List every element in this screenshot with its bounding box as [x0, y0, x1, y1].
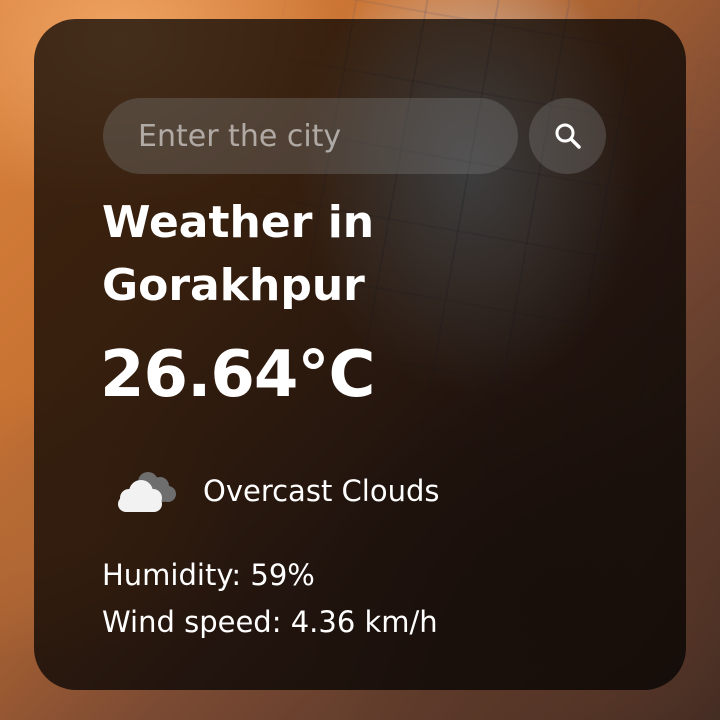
search-bar — [103, 98, 606, 174]
humidity-readout: Humidity: 59% — [102, 558, 315, 592]
search-button[interactable] — [529, 98, 606, 174]
weather-card: Weather in Gorakhpur 26.64°C Overcast Cl… — [34, 19, 686, 690]
weather-condition: Overcast Clouds — [110, 461, 439, 521]
search-icon — [555, 123, 581, 149]
city-search-input[interactable] — [103, 98, 518, 174]
condition-label: Overcast Clouds — [203, 474, 440, 508]
overcast-clouds-icon — [118, 472, 176, 512]
city-heading: Weather in Gorakhpur — [102, 197, 375, 311]
temperature-value: 26.64°C — [100, 338, 375, 412]
wind-speed-readout: Wind speed: 4.36 km/h — [102, 605, 438, 639]
